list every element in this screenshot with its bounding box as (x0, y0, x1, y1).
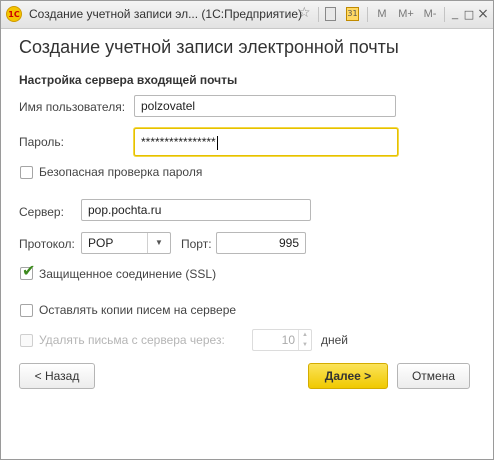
section-title: Настройка сервера входящей почты (19, 73, 238, 87)
username-value: polzovatel (141, 99, 196, 113)
memory-button[interactable]: M (375, 6, 389, 23)
delete-after-label: Удалять письма с сервера через: (39, 333, 225, 347)
toolbar-separator (444, 7, 445, 22)
app-logo-icon[interactable]: 1C (6, 6, 22, 22)
keep-copies-label: Оставлять копии писем на сервере (39, 303, 237, 317)
server-value: pop.pochta.ru (88, 203, 162, 217)
protocol-select[interactable]: POP ▼ (81, 232, 171, 254)
cancel-button[interactable]: Отмена (397, 363, 470, 389)
chevron-down-icon[interactable]: ▼ (147, 233, 170, 253)
spin-arrows-icon[interactable]: ▲ ▼ (298, 330, 311, 350)
favorite-star-icon[interactable]: ☆ (298, 5, 311, 21)
memory-minus-button[interactable]: M- (421, 6, 439, 23)
server-label: Сервер: (19, 205, 64, 219)
maximize-button[interactable]: □ (463, 6, 475, 23)
dialog-window: 1C Создание учетной записи эл... (1С:Пре… (0, 0, 494, 460)
toolbar-separator (318, 7, 319, 22)
password-field[interactable]: **************** (134, 128, 398, 156)
window-title: Создание учетной записи эл... (1С:Предпр… (29, 7, 303, 21)
ssl-label: Защищенное соединение (SSL) (39, 267, 217, 281)
password-label: Пароль: (19, 135, 64, 149)
next-button[interactable]: Далее > (308, 363, 388, 389)
close-button[interactable]: × (477, 6, 489, 23)
keep-copies-checkbox[interactable] (20, 304, 33, 317)
calendar-icon[interactable]: 31 (346, 7, 359, 21)
ssl-checkbox[interactable]: ✔ (20, 263, 35, 280)
port-label: Порт: (181, 237, 212, 251)
username-field[interactable]: polzovatel (134, 95, 396, 117)
protocol-value: POP (88, 236, 114, 250)
delete-days-stepper[interactable]: 10 ▲ ▼ (252, 329, 312, 351)
minimize-button[interactable]: _ (449, 6, 461, 23)
days-unit-label: дней (321, 333, 349, 347)
port-field[interactable]: 995 (216, 232, 306, 254)
text-caret (216, 135, 218, 150)
page-title: Создание учетной записи электронной почт… (19, 37, 399, 57)
port-value: 995 (278, 236, 299, 250)
checkmark-icon: ✔ (22, 261, 36, 280)
secure-password-checkbox[interactable] (20, 166, 33, 179)
server-field[interactable]: pop.pochta.ru (81, 199, 311, 221)
username-label: Имя пользователя: (19, 100, 126, 114)
back-button[interactable]: < Назад (19, 363, 95, 389)
secure-password-label: Безопасная проверка пароля (39, 165, 203, 179)
calculator-icon[interactable] (325, 7, 336, 21)
delete-after-checkbox[interactable] (20, 334, 33, 347)
protocol-label: Протокол: (19, 237, 75, 251)
delete-days-value: 10 (281, 333, 295, 347)
title-bar[interactable]: 1C Создание учетной записи эл... (1С:Пре… (1, 1, 493, 29)
toolbar-separator (367, 7, 368, 22)
memory-plus-button[interactable]: M+ (395, 6, 417, 23)
password-value: **************** (141, 135, 216, 149)
